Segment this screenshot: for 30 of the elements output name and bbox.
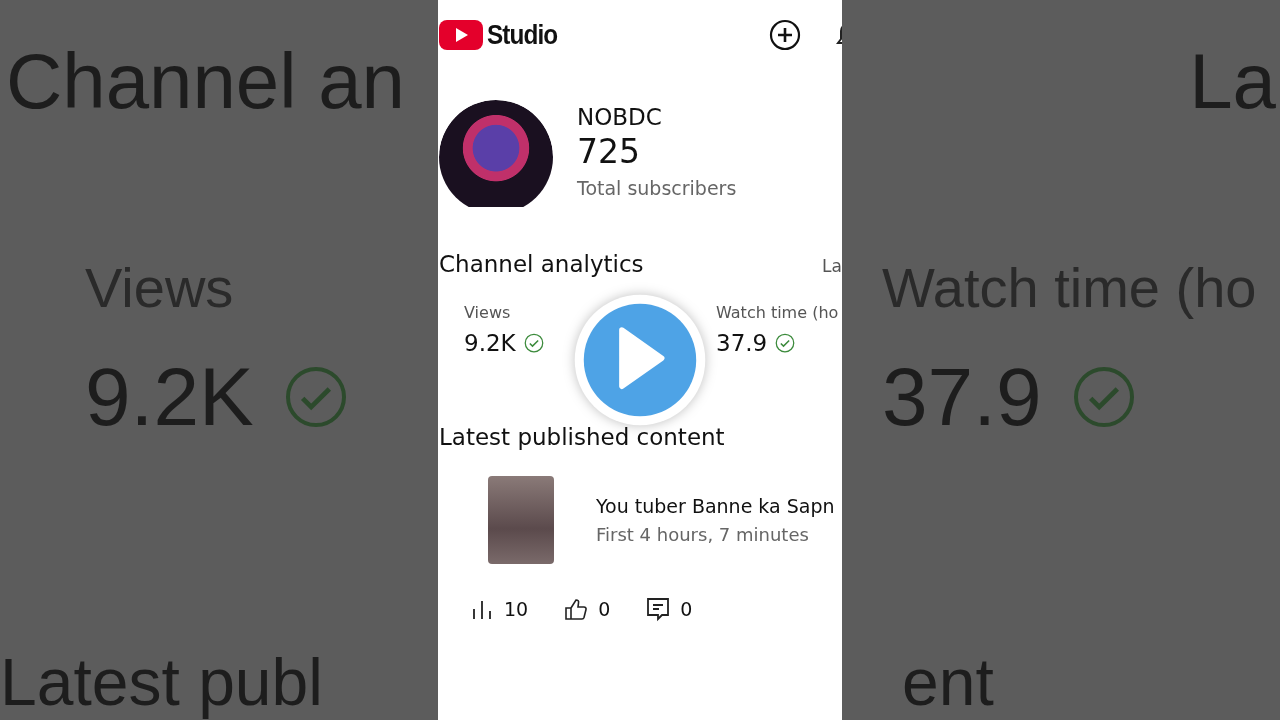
backdrop-heading: La bbox=[1189, 36, 1276, 127]
metric-label: Views bbox=[464, 303, 512, 322]
stat-count: 0 bbox=[598, 598, 611, 620]
channel-name: NOBDC bbox=[577, 104, 663, 130]
section-title: Latest published content bbox=[439, 424, 726, 450]
stat-count: 0 bbox=[680, 598, 693, 620]
subscriber-label: Total subscribers bbox=[577, 177, 737, 199]
check-icon bbox=[1071, 365, 1136, 429]
check-icon bbox=[523, 333, 544, 353]
metric-value: 9.2K bbox=[464, 330, 516, 356]
backdrop-heading: ent bbox=[902, 644, 995, 720]
check-icon bbox=[775, 333, 796, 353]
thumbs-up-icon bbox=[564, 596, 589, 622]
stat-count: 10 bbox=[504, 598, 529, 620]
backdrop-heading: Channel an bbox=[6, 36, 406, 127]
video-subtitle: First 4 hours, 7 minutes bbox=[596, 524, 810, 545]
app-title: Studio bbox=[487, 19, 558, 51]
metric-value: 37.9 bbox=[716, 330, 768, 356]
section-title: Channel analytics bbox=[439, 251, 644, 277]
check-icon bbox=[283, 365, 348, 429]
video-thumbnail[interactable] bbox=[488, 476, 554, 564]
period-label: La bbox=[822, 256, 842, 276]
add-icon[interactable] bbox=[769, 19, 801, 51]
video-title[interactable]: You tuber Banne ka Sapn bbox=[596, 495, 835, 517]
metric-label: Watch time (ho bbox=[716, 303, 839, 322]
backdrop-value: 9.2K bbox=[85, 350, 254, 444]
backdrop-heading: Latest publ bbox=[0, 644, 324, 720]
backdrop-value: 37.9 bbox=[882, 350, 1042, 444]
subscriber-count: 725 bbox=[577, 132, 641, 171]
comment-icon bbox=[646, 596, 671, 622]
